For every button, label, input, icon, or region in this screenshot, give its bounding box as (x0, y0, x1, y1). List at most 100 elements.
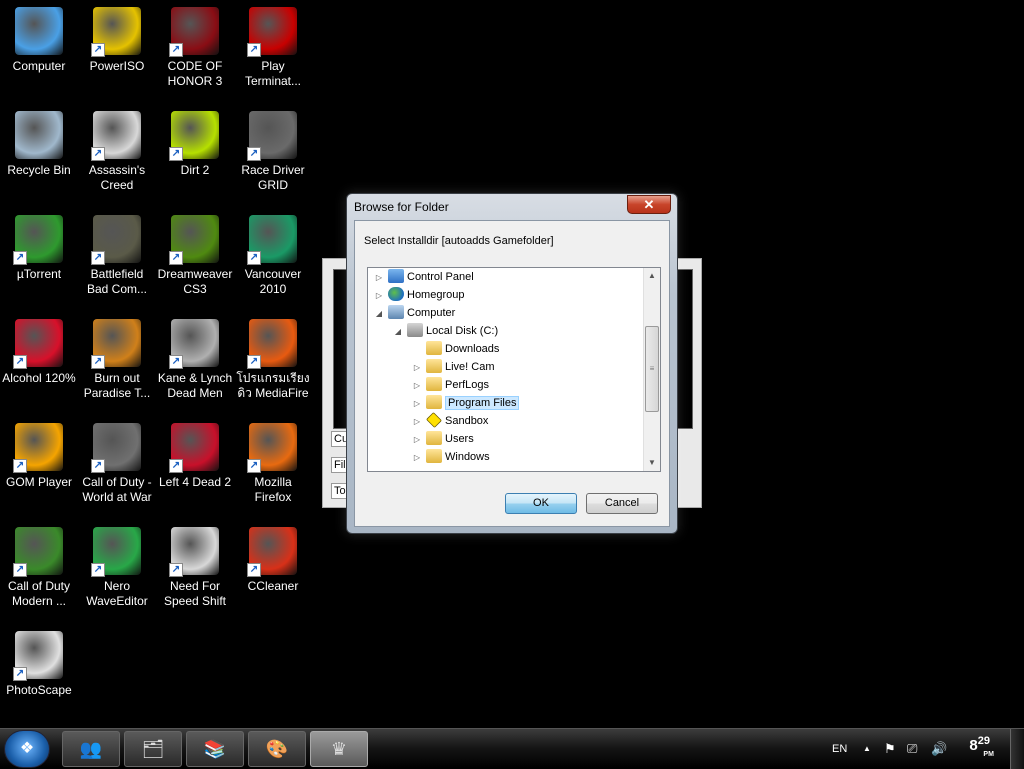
shortcut-arrow-icon: ↗ (247, 563, 261, 577)
desktop-icon[interactable]: ↗ Alcohol 120% (0, 312, 78, 412)
desktop-icon-label: Play Terminat... (244, 59, 301, 88)
expander-icon[interactable]: ▷ (374, 269, 384, 287)
computer-icon (15, 7, 63, 55)
action-center-icon[interactable]: ⚑ (884, 729, 896, 769)
desktop-icon[interactable]: Computer (0, 0, 78, 100)
desktop-icon-label: Race Driver GRID (241, 163, 305, 192)
battlefield-icon: ↗ (91, 215, 141, 265)
paint-icon[interactable]: 🎨 (248, 731, 306, 767)
dialog-client-area: Select Installdir [autoadds Gamefolder] … (354, 220, 670, 527)
desktop-icon-label: Dirt 2 (180, 163, 210, 177)
clock-minute: 29 (977, 735, 990, 747)
desktop-icon-label: Alcohol 120% (2, 371, 76, 385)
desktop-icon[interactable]: ↗ Vancouver 2010 (234, 208, 312, 308)
tree-item[interactable]: ▷ Homegroup (374, 286, 464, 304)
desktop-icon[interactable]: Recycle Bin (0, 104, 78, 204)
folder-tree[interactable]: ▲ ≡ ▼ ▷ Control Panel ▷ Homegroup ◢ Computer ◢… (367, 267, 661, 472)
cancel-button[interactable]: Cancel (586, 493, 658, 514)
desktop-icon[interactable]: ↗ Dirt 2 (156, 104, 234, 204)
ok-button[interactable]: OK (505, 493, 577, 514)
start-button[interactable]: ❖ (4, 730, 50, 768)
desktop-icon[interactable]: ↗ Play Terminat... (234, 0, 312, 100)
expander-icon[interactable]: ◢ (374, 305, 384, 323)
expander-icon[interactable]: ▷ (412, 449, 422, 467)
desktop-icon-label: PowerISO (89, 59, 145, 73)
desktop-icon[interactable]: ↗ Mozilla Firefox (234, 416, 312, 516)
expander-icon[interactable]: ▷ (412, 413, 422, 431)
shortcut-arrow-icon: ↗ (91, 459, 105, 473)
shortcut-arrow-icon: ↗ (13, 563, 27, 577)
expander-icon[interactable]: ▷ (412, 395, 422, 413)
desktop-icon[interactable]: ↗ Call of Duty Modern ... (0, 520, 78, 620)
volume-icon[interactable]: 🔊 (931, 729, 947, 769)
expander-icon[interactable]: ▷ (412, 359, 422, 377)
desktop-icon[interactable]: ↗ Nero WaveEditor (78, 520, 156, 620)
expander-icon[interactable]: ▷ (412, 377, 422, 395)
close-button[interactable]: ✕ (627, 195, 671, 214)
game-crown-icon[interactable]: ♛ (310, 731, 368, 767)
desktop-icon[interactable]: ↗ PhotoScape (0, 624, 78, 724)
desktop-icon-label: Call of Duty - World at War (82, 475, 152, 504)
clock[interactable]: 829 PM (969, 735, 994, 758)
expander-icon[interactable]: ▷ (412, 431, 422, 449)
gom-player-icon: ↗ (13, 423, 63, 473)
tree-item-label: Users (445, 433, 474, 445)
homegroup-icon (388, 287, 404, 301)
tree-item-label: PerfLogs (445, 379, 490, 391)
tree-item[interactable]: ▷ Windows (412, 448, 490, 466)
tree-scrollbar[interactable]: ▲ ≡ ▼ (643, 268, 660, 471)
desktop-icon[interactable]: ↗ Burn out Paradise T... (78, 312, 156, 412)
show-desktop-button[interactable] (1010, 729, 1024, 769)
shortcut-arrow-icon: ↗ (13, 667, 27, 681)
tree-item[interactable]: ▷ PerfLogs (412, 376, 489, 394)
tree-item[interactable]: ▷ Sandbox (412, 412, 488, 430)
desktop-icon[interactable]: ↗ Left 4 Dead 2 (156, 416, 234, 516)
messenger-icon[interactable]: 👥 (62, 731, 120, 767)
tree-item[interactable]: ▷ Live! Cam (412, 358, 495, 376)
clock-hour: 8 (969, 737, 978, 754)
shortcut-arrow-icon: ↗ (169, 459, 183, 473)
network-icon[interactable]: ⎚ (907, 729, 917, 769)
desktop-icon[interactable]: ↗ Assassin's Creed (78, 104, 156, 204)
desktop-icon-label: CCleaner (247, 579, 299, 593)
language-indicator[interactable]: EN (832, 729, 847, 769)
tree-item[interactable]: ◢ Local Disk (C:) (393, 322, 498, 340)
desktop-icon[interactable]: ↗ Dreamweaver CS3 (156, 208, 234, 308)
scroll-up-arrow-icon[interactable]: ▲ (644, 268, 660, 284)
desktop-icon[interactable]: ↗ Call of Duty - World at War (78, 416, 156, 516)
desktop-icon[interactable]: ↗ Battlefield Bad Com... (78, 208, 156, 308)
desktop-icon[interactable]: ↗ GOM Player (0, 416, 78, 516)
shortcut-arrow-icon: ↗ (13, 355, 27, 369)
desktop-icon[interactable]: ↗ CCleaner (234, 520, 312, 620)
desktop-icon-label: Recycle Bin (7, 163, 71, 177)
terminator-icon: ↗ (247, 7, 297, 57)
tree-item[interactable]: ▷ Program Files (412, 394, 520, 413)
tree-item[interactable]: ◢ Computer (374, 304, 455, 322)
desktop-icon[interactable]: ↗ Kane & Lynch Dead Men (156, 312, 234, 412)
tree-item-label: Local Disk (C:) (426, 325, 499, 337)
expander-icon[interactable]: ◢ (393, 323, 403, 341)
scroll-down-arrow-icon[interactable]: ▼ (644, 455, 660, 471)
folder-icon (426, 341, 442, 355)
desktop-icon[interactable]: ↗ CODE OF HONOR 3 (156, 0, 234, 100)
desktop-icon[interactable]: ↗ Need For Speed Shift (156, 520, 234, 620)
desktop-icon[interactable]: ↗ โปรแกรมเรียงดิว MediaFire (234, 312, 312, 412)
tree-item[interactable]: Downloads (412, 340, 499, 358)
desktop-icon[interactable]: ↗ µTorrent (0, 208, 78, 308)
code-of-honor-icon: ↗ (169, 7, 219, 57)
cod-mw-icon: ↗ (13, 527, 63, 577)
expander-icon[interactable]: ▷ (374, 287, 384, 305)
desktop-icon[interactable]: ↗ PowerISO (78, 0, 156, 100)
desktop-icon-label: Vancouver 2010 (244, 267, 302, 296)
left4dead-icon: ↗ (169, 423, 219, 473)
tree-item[interactable]: ▷ Users (412, 430, 474, 448)
winrar-icon[interactable]: 📚 (186, 731, 244, 767)
folder-icon (426, 431, 442, 445)
scroll-thumb[interactable]: ≡ (645, 326, 659, 412)
tray-expand-icon[interactable]: ▲ (863, 729, 871, 769)
tree-item[interactable]: ▷ Control Panel (374, 268, 474, 286)
desktop-icon[interactable]: ↗ Race Driver GRID (234, 104, 312, 204)
shortcut-arrow-icon: ↗ (169, 43, 183, 57)
explorer-icon[interactable]: 🗂 (124, 731, 182, 767)
desktop-icon-label: PhotoScape (6, 683, 72, 697)
